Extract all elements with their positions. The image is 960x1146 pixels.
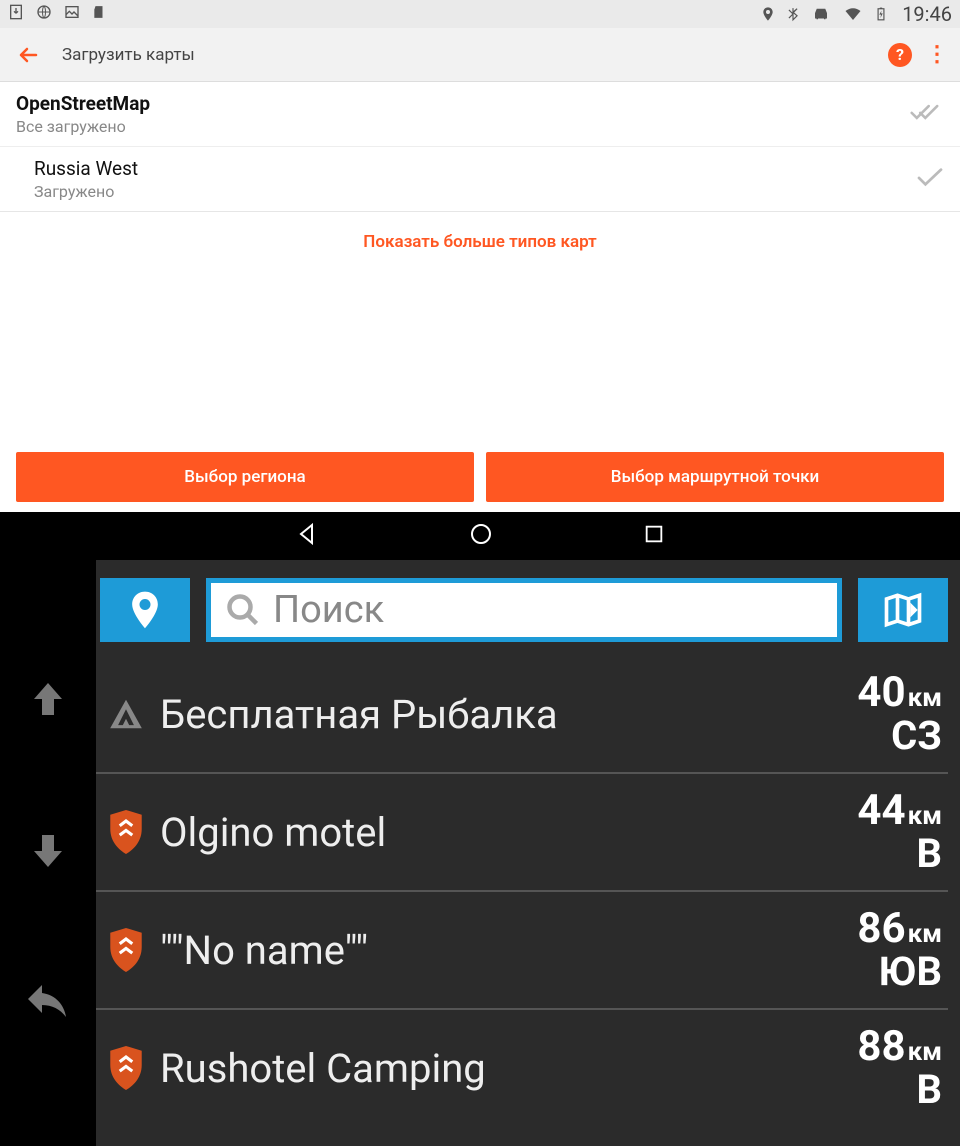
poi-name: Бесплатная Рыбалка bbox=[160, 691, 857, 738]
poi-result-row[interactable]: Бесплатная Рыбалка40кмСЗ bbox=[96, 656, 948, 774]
double-check-icon bbox=[910, 101, 944, 127]
signpost-shield-icon bbox=[102, 1046, 150, 1090]
poi-results-list: Бесплатная Рыбалка40кмСЗOlgino motel44км… bbox=[96, 656, 948, 1126]
map-region-title: Russia West bbox=[34, 157, 138, 180]
side-nav-buttons bbox=[0, 560, 96, 1146]
battery-charging-icon bbox=[874, 4, 888, 24]
nav-home-button[interactable] bbox=[469, 522, 493, 550]
poi-distance: 40кмСЗ bbox=[857, 672, 942, 756]
poi-result-row[interactable]: ""No name""86кмЮВ bbox=[96, 892, 948, 1010]
poi-distance: 88кмВ bbox=[857, 1026, 942, 1110]
app-bar: Загрузить карты ? ⋮ bbox=[0, 28, 960, 82]
car-icon bbox=[810, 5, 832, 23]
undo-back-button[interactable] bbox=[24, 979, 72, 1031]
downloads-list: OpenStreetMap Все загружено Russia West … bbox=[0, 82, 960, 212]
map-group-status: Все загружено bbox=[16, 117, 150, 136]
status-right-icons: 19:46 bbox=[760, 2, 952, 26]
map-region-status: Загружено bbox=[34, 182, 138, 201]
map-region-row[interactable]: Russia West Загружено bbox=[0, 146, 960, 211]
check-icon bbox=[916, 166, 944, 192]
globe-icon bbox=[36, 4, 52, 25]
poi-name: Rushotel Camping bbox=[160, 1045, 857, 1092]
android-status-bar: 19:46 bbox=[0, 0, 960, 28]
poi-name: Olgino motel bbox=[160, 809, 857, 856]
map-group-row[interactable]: OpenStreetMap Все загружено bbox=[0, 82, 960, 146]
search-row: Поиск bbox=[96, 578, 948, 642]
scroll-down-button[interactable] bbox=[24, 827, 72, 879]
signpost-shield-icon bbox=[102, 810, 150, 854]
wifi-icon bbox=[842, 5, 864, 23]
android-nav-bar bbox=[0, 512, 960, 560]
select-region-button[interactable]: Выбор региона bbox=[16, 452, 474, 502]
nav-recent-button[interactable] bbox=[643, 523, 665, 549]
nav-back-button[interactable] bbox=[295, 522, 319, 550]
signpost-shield-icon bbox=[102, 928, 150, 972]
poi-distance: 86кмЮВ bbox=[857, 908, 942, 992]
search-icon bbox=[225, 592, 261, 628]
action-buttons-row: Выбор региона Выбор маршрутной точки bbox=[0, 442, 960, 512]
poi-search-screen: Поиск Бесплатная Рыбалка40кмСЗOlgino mot… bbox=[0, 560, 960, 1146]
image-icon bbox=[64, 4, 80, 25]
show-more-map-types-link[interactable]: Показать больше типов карт bbox=[0, 212, 960, 272]
map-view-button[interactable] bbox=[858, 578, 948, 642]
download-icon bbox=[8, 4, 24, 25]
poi-name: ""No name"" bbox=[160, 927, 857, 974]
map-downloader-screen: 19:46 Загрузить карты ? ⋮ OpenStreetMap … bbox=[0, 0, 960, 560]
page-title: Загрузить карты bbox=[62, 45, 195, 65]
overflow-menu-button[interactable]: ⋮ bbox=[926, 42, 948, 67]
help-button[interactable]: ? bbox=[888, 43, 912, 67]
scroll-up-button[interactable] bbox=[24, 675, 72, 727]
back-button[interactable] bbox=[12, 39, 44, 71]
poi-distance: 44кмВ bbox=[857, 790, 942, 874]
results-panel: Поиск Бесплатная Рыбалка40кмСЗOlgino mot… bbox=[96, 560, 960, 1146]
sd-card-icon bbox=[92, 4, 106, 25]
poi-result-row[interactable]: Olgino motel44кмВ bbox=[96, 774, 948, 892]
map-group-title: OpenStreetMap bbox=[16, 92, 150, 115]
status-left-icons bbox=[8, 4, 106, 25]
search-input[interactable]: Поиск bbox=[206, 578, 842, 642]
bluetooth-icon bbox=[786, 4, 800, 24]
search-placeholder: Поиск bbox=[273, 588, 384, 632]
location-icon bbox=[760, 4, 776, 24]
select-waypoint-button[interactable]: Выбор маршрутной точки bbox=[486, 452, 944, 502]
poi-result-row[interactable]: Rushotel Camping88кмВ bbox=[96, 1010, 948, 1126]
tent-icon bbox=[102, 695, 150, 733]
status-clock: 19:46 bbox=[902, 2, 952, 26]
current-location-button[interactable] bbox=[100, 578, 190, 642]
